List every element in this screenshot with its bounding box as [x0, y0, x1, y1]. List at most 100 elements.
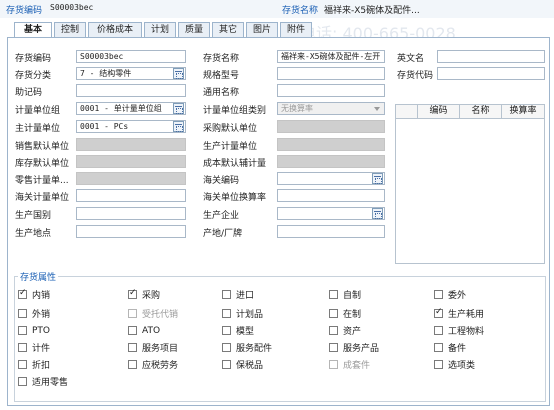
name-field[interactable]: 福祥来-X5碗体及配件-左开: [277, 50, 385, 63]
origin-field[interactable]: [277, 225, 385, 238]
code-field[interactable]: S00003bec: [76, 50, 186, 63]
checkbox-engineering-material[interactable]: 工程物料: [434, 325, 485, 337]
tab-price-cost[interactable]: 价格成本: [88, 22, 142, 37]
checkbox-spare-part[interactable]: 备件: [434, 342, 466, 354]
country-label: 生产国别: [15, 211, 52, 221]
header-code-label: 存货编码: [6, 6, 43, 16]
sales-unit-label: 销售默认单位: [15, 142, 70, 152]
checkbox-box[interactable]: [434, 360, 443, 369]
chevron-down-icon[interactable]: [374, 107, 380, 111]
checkbox-option-class[interactable]: 选项类: [434, 359, 476, 371]
checkbox-box[interactable]: [128, 326, 137, 335]
checkbox-box[interactable]: [329, 326, 338, 335]
checkbox-box[interactable]: [128, 343, 137, 352]
checkbox-box[interactable]: [222, 343, 231, 352]
customs-code-lookup-icon[interactable]: [372, 173, 383, 184]
checkbox-box[interactable]: [434, 307, 443, 318]
checkbox-box[interactable]: [222, 290, 231, 299]
checkbox-label: 资产: [343, 327, 362, 337]
checkbox-label: 工程物料: [448, 327, 485, 337]
tab-other[interactable]: 其它: [212, 22, 244, 37]
checkbox-label: 应税劳务: [142, 361, 179, 371]
checkbox-box[interactable]: [18, 360, 27, 369]
checkbox-box[interactable]: [434, 326, 443, 335]
mnemonic-label: 助记码: [15, 88, 43, 98]
customs-code-field[interactable]: [277, 172, 385, 185]
checkbox-box[interactable]: [434, 290, 443, 299]
tab-plan[interactable]: 计划: [144, 22, 176, 37]
checkbox-model[interactable]: 模型: [222, 325, 255, 337]
checkbox-kit: 成套件: [329, 359, 371, 371]
checkbox-export[interactable]: 外销: [18, 308, 50, 320]
checkbox-planned-item[interactable]: 计划品: [222, 308, 263, 320]
english-name-field[interactable]: [437, 50, 545, 63]
place-field[interactable]: [76, 225, 186, 238]
enterprise-field[interactable]: [277, 207, 385, 220]
purchase-unit-label: 采购默认单位: [203, 124, 258, 134]
unit-group-type-label: 计量单位组类别: [203, 106, 267, 116]
header-code-value: S00003bec: [50, 3, 94, 12]
checkbox-self-made[interactable]: 自制: [329, 289, 361, 301]
main-unit-field[interactable]: 0001 - PCs: [76, 120, 186, 133]
unit-group-type-select[interactable]: 无换算率: [277, 102, 385, 115]
checkbox-box[interactable]: [222, 309, 231, 318]
checkbox-service-product[interactable]: 服务产品: [329, 342, 379, 354]
checkbox-label: 模型: [236, 327, 255, 337]
checkbox-taxable-service[interactable]: 应税劳务: [128, 359, 179, 371]
checkbox-asset[interactable]: 资产: [329, 325, 362, 337]
checkbox-pto[interactable]: PTO: [18, 325, 50, 336]
customs-rate-label: 海关单位换算率: [203, 193, 267, 203]
unit-group-label: 计量单位组: [15, 106, 61, 116]
checkbox-box[interactable]: [18, 326, 27, 335]
checkbox-box[interactable]: [18, 377, 27, 386]
tab-images[interactable]: 图片: [246, 22, 278, 37]
category-lookup-icon[interactable]: [173, 68, 184, 79]
unit-group-lookup-icon[interactable]: [173, 103, 184, 114]
checkbox-purchase[interactable]: 采购: [128, 288, 160, 301]
checkbox-box[interactable]: [434, 343, 443, 352]
unit-group-field[interactable]: 0001 - 单计量单位组: [76, 102, 186, 115]
checkbox-box[interactable]: [18, 288, 27, 299]
checkbox-service-item[interactable]: 服务项目: [128, 342, 178, 354]
category-field[interactable]: 7 - 结构零件: [76, 67, 186, 80]
name-label: 存货名称: [203, 54, 240, 64]
checkbox-box[interactable]: [329, 290, 338, 299]
checkbox-box[interactable]: [222, 326, 231, 335]
checkbox-box[interactable]: [329, 343, 338, 352]
cost-unit-label: 成本默认辅计量: [203, 159, 267, 169]
checkbox-retail[interactable]: 适用零售: [18, 376, 68, 388]
checkbox-import[interactable]: 进口: [222, 289, 254, 301]
mnemonic-field[interactable]: [76, 84, 186, 97]
checkbox-box[interactable]: [128, 360, 137, 369]
checkbox-outsource[interactable]: 委外: [434, 289, 467, 301]
main-unit-lookup-icon[interactable]: [173, 121, 184, 132]
tab-basic[interactable]: 基本: [14, 22, 52, 38]
checkbox-piecework[interactable]: 计件: [18, 342, 50, 354]
tab-attachments[interactable]: 附件: [280, 22, 312, 37]
checkbox-service-part[interactable]: 服务配件: [222, 342, 272, 354]
checkbox-domestic-sale[interactable]: 内销: [18, 288, 50, 301]
enterprise-lookup-icon[interactable]: [372, 208, 383, 219]
unit-conversion-table[interactable]: 编码 名称 换算率: [395, 104, 545, 264]
checkbox-discount[interactable]: 折扣: [18, 359, 50, 371]
checkbox-production-use[interactable]: 生产耗用: [434, 307, 484, 320]
tab-control[interactable]: 控制: [54, 22, 86, 37]
country-field[interactable]: [76, 207, 186, 220]
checkbox-box[interactable]: [128, 288, 137, 299]
customs-rate-field[interactable]: [277, 189, 385, 202]
checkbox-box[interactable]: [18, 309, 27, 318]
checkbox-ato[interactable]: ATO: [128, 325, 160, 336]
checkbox-label: 成套件: [343, 361, 371, 371]
tab-quality[interactable]: 质量: [178, 22, 210, 37]
inventory-code-field[interactable]: [437, 67, 545, 80]
checkbox-box[interactable]: [222, 360, 231, 369]
checkbox-box[interactable]: [329, 309, 338, 318]
checkbox-label: 选项类: [448, 361, 476, 371]
checkbox-label: 委外: [448, 291, 467, 301]
checkbox-box[interactable]: [18, 343, 27, 352]
customs-unit-field[interactable]: [76, 189, 186, 202]
common-name-field[interactable]: [277, 84, 385, 97]
spec-field[interactable]: [277, 67, 385, 80]
checkbox-bonded-item[interactable]: 保税品: [222, 359, 263, 371]
checkbox-in-process[interactable]: 在制: [329, 308, 361, 320]
